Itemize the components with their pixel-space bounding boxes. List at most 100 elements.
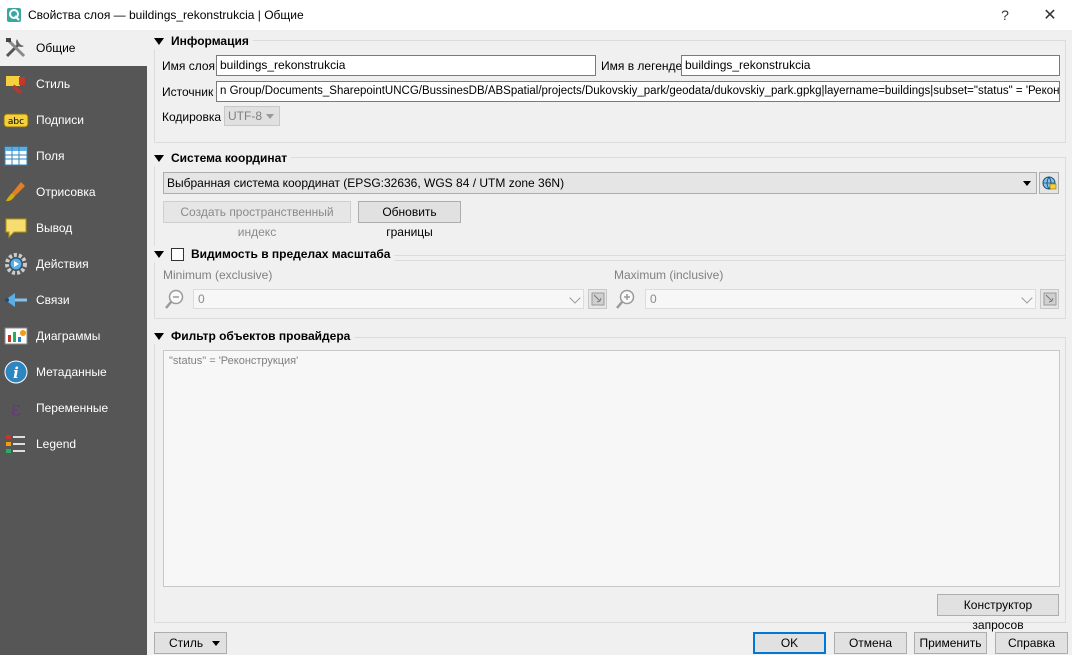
query-builder-button[interactable]: Конструктор запросов (937, 594, 1059, 632)
table-icon (3, 143, 29, 169)
abc-label-icon: abc (3, 107, 29, 133)
sidebar-item-label: Метаданные (36, 365, 107, 379)
max-scale-current-button[interactable] (1040, 289, 1059, 309)
scale-visibility-checkbox[interactable] (171, 247, 184, 261)
map-canvas-icon (591, 292, 604, 306)
sidebar-item-relations[interactable]: Связи (0, 282, 147, 318)
filter-expression-textarea[interactable]: "status" = 'Реконструкция' (163, 350, 1060, 587)
encoding-value: UTF-8 (228, 109, 262, 123)
chevron-down-icon (212, 641, 220, 646)
sidebar-item-rendering[interactable]: Отрисовка (0, 174, 147, 210)
map-canvas-icon (1043, 292, 1056, 306)
sidebar-item-display[interactable]: Вывод (0, 210, 147, 246)
window-title: Свойства слоя — buildings_rekonstrukcia … (28, 8, 304, 22)
collapse-triangle-icon (154, 250, 164, 258)
max-scale-value: 0 (650, 292, 657, 306)
cancel-button[interactable]: Отмена (834, 632, 907, 654)
encoding-select[interactable]: UTF-8 (224, 106, 280, 126)
collapse-triangle-icon (154, 154, 164, 162)
sidebar-item-label: Отрисовка (36, 185, 96, 199)
scale-visibility-group (154, 255, 1066, 319)
svg-text:ε: ε (11, 396, 21, 420)
sidebar-item-style[interactable]: Стиль (0, 66, 147, 102)
chevron-down-icon (569, 292, 581, 304)
chevron-down-icon (1023, 181, 1031, 186)
collapse-triangle-icon (154, 37, 164, 45)
style-menu-button[interactable]: Стиль (154, 632, 227, 654)
info-group-header[interactable]: Информация (154, 33, 253, 49)
sidebar-item-label: Стиль (36, 77, 71, 91)
ok-button[interactable]: OK (753, 632, 826, 654)
min-scale-value: 0 (198, 292, 205, 306)
svg-text:i: i (13, 364, 19, 382)
sidebar-item-label: Связи (36, 293, 70, 307)
sidebar-item-variables[interactable]: ε Переменные (0, 390, 147, 426)
tools-icon (3, 35, 29, 61)
crs-picker-button[interactable] (1039, 172, 1059, 194)
main-panel: Информация Имя слоя buildings_rekonstruk… (147, 30, 1072, 655)
update-extents-button[interactable]: Обновить границы (358, 201, 461, 239)
sidebar-item-metadata[interactable]: i Метаданные (0, 354, 147, 390)
sidebar-item-legend[interactable]: Legend (0, 426, 147, 462)
collapse-triangle-icon (154, 332, 164, 340)
crs-group-title: Система координат (171, 151, 288, 165)
info-group-title: Информация (171, 34, 249, 48)
globe-icon (1042, 176, 1057, 190)
sidebar: Общие Стиль abc Подписи Поля Отрисовка В… (0, 30, 147, 655)
sidebar-item-general[interactable]: Общие (0, 30, 147, 66)
chevron-down-icon (1021, 292, 1033, 304)
provider-filter-header[interactable]: Фильтр объектов провайдера (154, 328, 355, 344)
max-scale-label: Maximum (inclusive) (614, 268, 724, 282)
layer-name-label: Имя слоя (162, 59, 216, 73)
source-input[interactable]: n Group/Documents_SharepointUNCG/Bussine… (216, 81, 1060, 102)
sidebar-item-actions[interactable]: Действия (0, 246, 147, 282)
crs-select[interactable]: Выбранная система координат (EPSG:32636,… (163, 172, 1037, 194)
sidebar-item-label: Legend (36, 437, 77, 451)
scale-visibility-title: Видимость в пределах масштаба (191, 247, 391, 261)
info-icon: i (3, 359, 29, 385)
apply-button[interactable]: Применить (914, 632, 987, 654)
sidebar-item-label: Переменные (36, 401, 109, 415)
create-spatial-index-button[interactable]: Создать пространственный индекс (163, 201, 351, 239)
epsilon-icon: ε (3, 395, 29, 421)
help-button[interactable]: Справка (995, 632, 1068, 654)
zoom-out-icon (163, 287, 187, 311)
relations-icon (3, 287, 29, 313)
provider-filter-title: Фильтр объектов провайдера (171, 329, 351, 343)
gear-icon (3, 251, 29, 277)
legend-icon (3, 431, 29, 457)
help-window-button[interactable]: ? (985, 0, 1025, 30)
speech-bubble-icon (3, 215, 29, 241)
chevron-down-icon (266, 114, 274, 119)
sidebar-item-label: Диаграммы (36, 329, 101, 343)
svg-text:abc: abc (8, 117, 24, 127)
source-label: Источник (162, 85, 214, 99)
sidebar-item-label: Подписи (36, 113, 84, 127)
zoom-in-icon (614, 287, 638, 311)
close-window-button[interactable]: ✕ (1030, 0, 1070, 30)
title-bar: Свойства слоя — buildings_rekonstrukcia … (0, 0, 1072, 30)
sidebar-item-diagrams[interactable]: Диаграммы (0, 318, 147, 354)
sidebar-item-label: Общие (36, 41, 76, 55)
diagram-icon (3, 323, 29, 349)
sidebar-item-labels[interactable]: abc Подписи (0, 102, 147, 138)
encoding-label: Кодировка (162, 110, 222, 124)
min-scale-combo[interactable]: 0 (193, 289, 584, 309)
qgis-app-icon (7, 8, 21, 22)
layer-name-input[interactable]: buildings_rekonstrukcia (216, 55, 596, 76)
min-scale-current-button[interactable] (588, 289, 607, 309)
min-scale-label: Minimum (exclusive) (163, 268, 273, 282)
sidebar-item-fields[interactable]: Поля (0, 138, 147, 174)
max-scale-combo[interactable]: 0 (645, 289, 1036, 309)
legend-name-input[interactable]: buildings_rekonstrukcia (681, 55, 1060, 76)
paint-icon (3, 71, 29, 97)
sidebar-item-label: Действия (36, 257, 89, 271)
crs-group-header[interactable]: Система координат (154, 150, 292, 166)
brush-icon (3, 179, 29, 205)
scale-visibility-header[interactable]: Видимость в пределах масштаба (154, 246, 395, 262)
style-menu-label: Стиль (169, 636, 204, 650)
sidebar-item-label: Поля (36, 149, 65, 163)
legend-name-label: Имя в легенде (601, 59, 683, 73)
crs-selected-value: Выбранная система координат (EPSG:32636,… (167, 176, 565, 190)
sidebar-item-label: Вывод (36, 221, 73, 235)
